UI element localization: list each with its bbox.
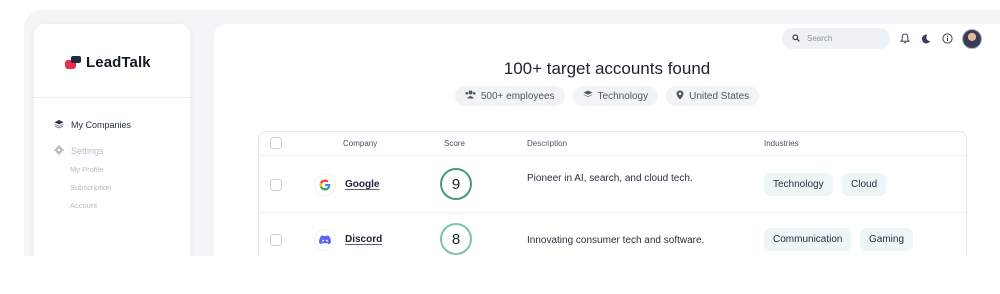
sidebar-item-label: My Companies <box>71 120 132 130</box>
filter-chips: 500+ employees Technology United States <box>214 86 1000 106</box>
table-row[interactable]: Google 9 Pioneer in AI, search, and clou… <box>259 157 966 213</box>
industry-tag[interactable]: Communication <box>764 228 852 251</box>
location-pin-icon <box>676 90 684 103</box>
search-input[interactable] <box>807 34 877 43</box>
moon-icon[interactable] <box>920 33 932 45</box>
filter-chip-label: 500+ employees <box>480 90 555 102</box>
industry-tag[interactable]: Gaming <box>860 228 914 251</box>
sidebar-item-settings[interactable]: Settings <box>54 145 104 157</box>
brand-name: LeadTalk <box>86 54 151 71</box>
page-title: 100+ target accounts found <box>503 59 711 78</box>
column-header-company[interactable]: Company <box>343 139 377 148</box>
score-badge: 8 <box>440 223 472 255</box>
sidebar: LeadTalk My Companies Settings My Profil… <box>34 24 190 256</box>
search-icon <box>792 33 800 44</box>
table-row[interactable]: Discord 8 Innovating consumer tech and s… <box>259 213 966 256</box>
industry-tag[interactable]: Cloud <box>842 173 887 196</box>
industry-tag[interactable]: Technology <box>764 173 833 196</box>
company-link[interactable]: Google <box>345 179 379 190</box>
select-all-checkbox[interactable] <box>270 137 282 149</box>
column-header-score[interactable]: Score <box>444 139 465 148</box>
logo-mark-icon <box>65 55 81 70</box>
topbar <box>782 28 982 49</box>
row-checkbox[interactable] <box>270 179 282 191</box>
sidebar-item-my-companies[interactable]: My Companies <box>54 119 131 131</box>
avatar[interactable] <box>962 28 982 49</box>
users-icon <box>465 90 476 102</box>
layers-icon <box>54 119 64 131</box>
row-checkbox[interactable] <box>270 234 282 246</box>
company-description: Innovating consumer tech and software. <box>527 235 705 246</box>
sidebar-subitem-my-profile[interactable]: My Profile <box>70 165 103 174</box>
brand-logo[interactable]: LeadTalk <box>65 54 151 71</box>
column-header-industries[interactable]: Industries <box>764 139 799 148</box>
sidebar-subitem-account[interactable]: Account <box>70 201 97 210</box>
table-header: Company Score Description Industries <box>259 132 966 156</box>
company-description: Pioneer in AI, search, and cloud tech. <box>527 173 693 184</box>
filter-chip-label: Technology <box>597 90 649 102</box>
discord-logo-icon <box>314 229 336 251</box>
column-header-description[interactable]: Description <box>527 139 567 148</box>
google-logo-icon <box>314 174 336 196</box>
sidebar-divider <box>34 97 190 98</box>
filter-chip-label: United States <box>689 90 750 102</box>
search-box[interactable] <box>782 28 890 49</box>
score-badge: 9 <box>440 168 472 200</box>
sidebar-subitem-subscription[interactable]: Subscription <box>70 183 111 192</box>
bell-icon[interactable] <box>899 33 911 45</box>
main-content: 100+ target accounts found 500+ employee… <box>214 24 1000 256</box>
layers-icon <box>583 90 593 102</box>
sidebar-item-label: Settings <box>71 146 104 156</box>
filter-chip-employees[interactable]: 500+ employees <box>454 86 565 106</box>
page: LeadTalk My Companies Settings My Profil… <box>0 0 1000 294</box>
companies-table: Company Score Description Industries Goo… <box>258 131 967 256</box>
app-window: LeadTalk My Companies Settings My Profil… <box>24 10 1000 256</box>
gear-icon <box>54 145 64 157</box>
info-icon[interactable] <box>941 33 953 45</box>
filter-chip-location[interactable]: United States <box>666 86 760 106</box>
company-link[interactable]: Discord <box>345 234 382 245</box>
filter-chip-industry[interactable]: Technology <box>572 86 659 106</box>
